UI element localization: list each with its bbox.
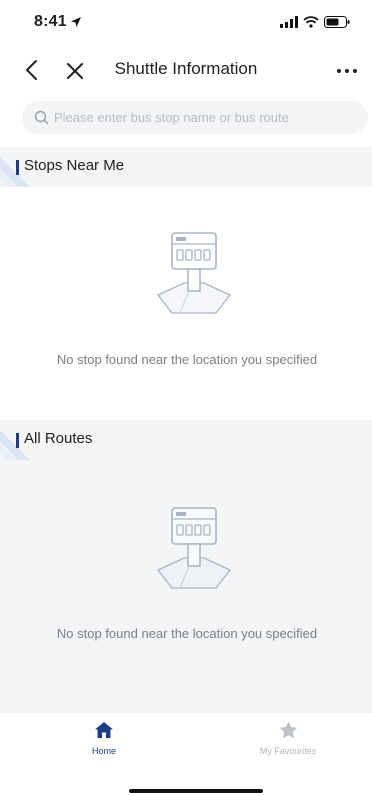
status-time: 8:41 <box>34 13 82 31</box>
search-input[interactable]: Please enter bus stop name or bus route <box>22 101 368 134</box>
all-routes-empty-state: No stop found near the location you spec… <box>0 460 372 712</box>
home-indicator <box>129 789 263 793</box>
bus-stop-sign-icon <box>156 507 232 589</box>
star-icon <box>279 721 297 739</box>
bus-stop-sign-icon <box>156 232 232 314</box>
page-title: Shuttle Information <box>114 59 258 78</box>
cellular-signal-icon <box>280 16 298 28</box>
stops-near-me-empty-state: No stop found near the location you spec… <box>0 187 372 420</box>
all-routes-empty-message: No stop found near the location you spec… <box>56 626 318 641</box>
stops-near-me-title: Stops Near Me <box>24 157 125 174</box>
location-arrow-icon <box>70 17 81 27</box>
more-options-icon[interactable] <box>336 68 358 74</box>
stops-near-me-empty-message: No stop found near the location you spec… <box>56 352 318 367</box>
navigation-bar: Shuttle Information <box>0 46 372 94</box>
wifi-icon <box>303 16 319 28</box>
stops-near-me-header: Stops Near Me <box>0 147 372 187</box>
tab-my-favourites-label: My Favourites <box>259 746 317 756</box>
all-routes-header: All Routes <box>0 420 372 460</box>
status-time-text: 8:41 <box>34 13 67 30</box>
tab-home[interactable]: Home <box>44 721 164 756</box>
tab-home-label: Home <box>91 746 116 756</box>
all-routes-title: All Routes <box>24 430 93 447</box>
battery-icon <box>324 16 350 28</box>
home-icon <box>95 722 113 738</box>
bottom-tab-bar: Home My Favourites <box>0 712 372 796</box>
status-bar: 8:41 <box>0 0 372 44</box>
status-icons <box>280 16 350 28</box>
tab-my-favourites[interactable]: My Favourites <box>228 721 348 756</box>
search-placeholder: Please enter bus stop name or bus route <box>54 110 289 125</box>
search-icon <box>34 110 49 125</box>
section-accent-bar <box>16 160 19 175</box>
section-accent-bar <box>16 433 19 448</box>
